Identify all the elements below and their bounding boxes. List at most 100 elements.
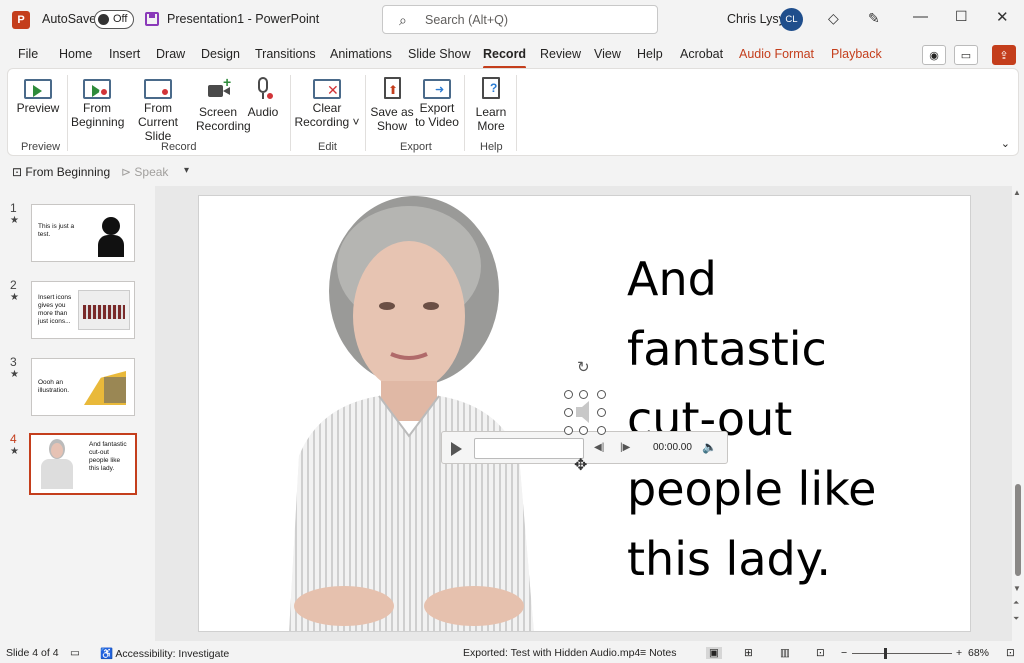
slide-body-text[interactable]: And fantastic cut-out people like this l…	[627, 244, 947, 594]
export-to-video-button[interactable]: ➜ Export to Video	[415, 75, 459, 129]
audio-label: Audio	[247, 105, 279, 119]
qat-from-beginning-button[interactable]: ⊡ From Beginning	[12, 165, 110, 179]
screen-recording-button[interactable]: + Screen Recording	[196, 75, 251, 133]
play-icon[interactable]	[451, 442, 462, 456]
cut-out-lady-image[interactable]	[259, 196, 579, 632]
powerpoint-logo-icon: P	[12, 11, 30, 29]
rotate-handle-icon[interactable]: ↻	[577, 358, 590, 376]
tab-draw[interactable]: Draw	[156, 47, 185, 61]
save-as-show-button[interactable]: ⬆ Save as Show	[370, 75, 414, 133]
skip-back-icon[interactable]: ◀|	[594, 442, 604, 453]
zoom-out-icon[interactable]: −	[841, 647, 847, 659]
clear-recording-button[interactable]: ✕ Clear Recording ˅	[294, 75, 360, 129]
comments-icon[interactable]: ▭	[954, 45, 978, 65]
resize-handle[interactable]	[579, 426, 588, 435]
tab-record[interactable]: Record	[483, 47, 527, 69]
minimize-button[interactable]: —	[913, 8, 928, 25]
learn-more-button[interactable]: ? Learn More	[472, 75, 510, 133]
thumbnail-text: Oooh an illustration.	[38, 379, 70, 394]
reading-view-icon[interactable]: ▥	[780, 647, 790, 659]
resize-handle[interactable]	[564, 408, 573, 417]
spellcheck-icon[interactable]: ▭	[70, 647, 80, 659]
slide-counter: Slide 4 of 4	[6, 647, 59, 659]
avatar[interactable]: CL	[780, 8, 803, 31]
pen-icon[interactable]: ✎	[868, 10, 880, 27]
clear-recording-line2: Recording ˅	[294, 115, 360, 129]
thumbnail-text: And fantastic cut-out people like this l…	[89, 441, 127, 472]
autosave-toggle[interactable]: Off	[94, 10, 134, 29]
resize-handle[interactable]	[597, 390, 606, 399]
microphone-icon	[249, 75, 277, 103]
customize-qat-chevron-icon[interactable]: ▾	[184, 165, 189, 176]
slide-sorter-icon[interactable]: ⊞	[744, 647, 753, 659]
tab-acrobat[interactable]: Acrobat	[680, 47, 723, 61]
resize-handle[interactable]	[597, 408, 606, 417]
zoom-level[interactable]: 68%	[968, 647, 989, 659]
tab-design[interactable]: Design	[201, 47, 240, 61]
tab-slide-show[interactable]: Slide Show	[408, 47, 471, 61]
user-name[interactable]: Chris Lysy	[727, 12, 785, 26]
animation-star-icon: ★	[10, 369, 19, 380]
screen-recording-line2: Recording	[196, 119, 251, 133]
diamond-icon[interactable]: ◇	[828, 10, 839, 27]
resize-handle[interactable]	[597, 426, 606, 435]
group-separator	[67, 75, 68, 151]
share-icon[interactable]: ⇪	[992, 45, 1016, 65]
slide-thumbnail-4[interactable]: And fantastic cut-out people like this l…	[29, 433, 137, 495]
tab-file[interactable]: File	[18, 47, 38, 61]
zoom-slider[interactable]	[852, 653, 952, 654]
close-button[interactable]: ✕	[996, 8, 1009, 26]
tab-home[interactable]: Home	[59, 47, 92, 61]
from-beginning-line2: Beginning	[71, 115, 125, 129]
scientist-body	[98, 235, 124, 257]
normal-view-icon[interactable]: ▣	[706, 647, 722, 659]
slideshow-view-icon[interactable]: ⊡	[816, 647, 825, 659]
tab-help[interactable]: Help	[637, 47, 663, 61]
vertical-scrollbar[interactable]: ▲ ▼ ⏶ ⏷	[1012, 186, 1024, 641]
previous-slide-icon[interactable]: ⏶	[1013, 598, 1019, 608]
tab-audio-format[interactable]: Audio Format	[739, 47, 814, 61]
search-input[interactable]: ⌕ Search (Alt+Q)	[382, 5, 658, 34]
notes-button[interactable]: ≡ Notes	[640, 647, 677, 659]
scroll-up-icon[interactable]: ▲	[1013, 188, 1021, 197]
record-icon[interactable]: ◉	[922, 45, 946, 65]
audio-speaker-icon[interactable]	[574, 398, 596, 426]
tab-insert[interactable]: Insert	[109, 47, 140, 61]
camera-icon: +	[204, 75, 232, 103]
qat-speak-label: Speak	[134, 165, 169, 179]
scrollbar-thumb[interactable]	[1015, 484, 1021, 576]
notes-label: Notes	[649, 647, 677, 659]
audio-progress-bar[interactable]	[474, 438, 584, 459]
skip-forward-icon[interactable]: |▶	[620, 442, 630, 453]
tab-review[interactable]: Review	[540, 47, 581, 61]
accessibility-button[interactable]: ♿ Accessibility: Investigate	[100, 647, 229, 660]
tab-animations[interactable]: Animations	[330, 47, 392, 61]
speak-icon: ⊳	[121, 165, 132, 179]
text-line: And	[627, 252, 717, 306]
slide-thumbnail-2[interactable]: Insert icons gives you more than just ic…	[31, 281, 135, 339]
volume-icon[interactable]: 🔈	[702, 440, 717, 454]
zoom-in-icon[interactable]: +	[956, 647, 962, 659]
preview-button[interactable]: Preview	[16, 75, 60, 115]
tab-playback[interactable]: Playback	[831, 47, 882, 61]
save-icon[interactable]	[145, 12, 159, 26]
resize-handle[interactable]	[564, 426, 573, 435]
tab-view[interactable]: View	[594, 47, 621, 61]
collapse-ribbon-chevron-icon[interactable]: ⌄	[1001, 137, 1010, 150]
maximize-button[interactable]: ☐	[955, 8, 968, 25]
from-beginning-line1: From	[83, 101, 111, 115]
qat-speak-button[interactable]: ⊳ Speak	[121, 165, 168, 179]
scroll-down-icon[interactable]: ▼	[1013, 584, 1021, 593]
from-current-slide-button[interactable]: From Current Slide	[125, 75, 191, 143]
resize-handle[interactable]	[564, 390, 573, 399]
fit-to-window-icon[interactable]: ⊡	[1006, 647, 1015, 659]
next-slide-icon[interactable]: ⏷	[1013, 614, 1019, 624]
slide-thumbnail-3[interactable]: Oooh an illustration.	[31, 358, 135, 416]
slide-thumbnail-1[interactable]: This is just a test.	[31, 204, 135, 262]
learn-more-line1: Learn	[475, 105, 507, 119]
animation-star-icon: ★	[10, 292, 19, 303]
from-beginning-button[interactable]: From Beginning	[71, 75, 125, 129]
zoom-slider-thumb[interactable]	[884, 648, 887, 659]
tab-transitions[interactable]: Transitions	[255, 47, 316, 61]
audio-button[interactable]: Audio	[245, 75, 281, 119]
